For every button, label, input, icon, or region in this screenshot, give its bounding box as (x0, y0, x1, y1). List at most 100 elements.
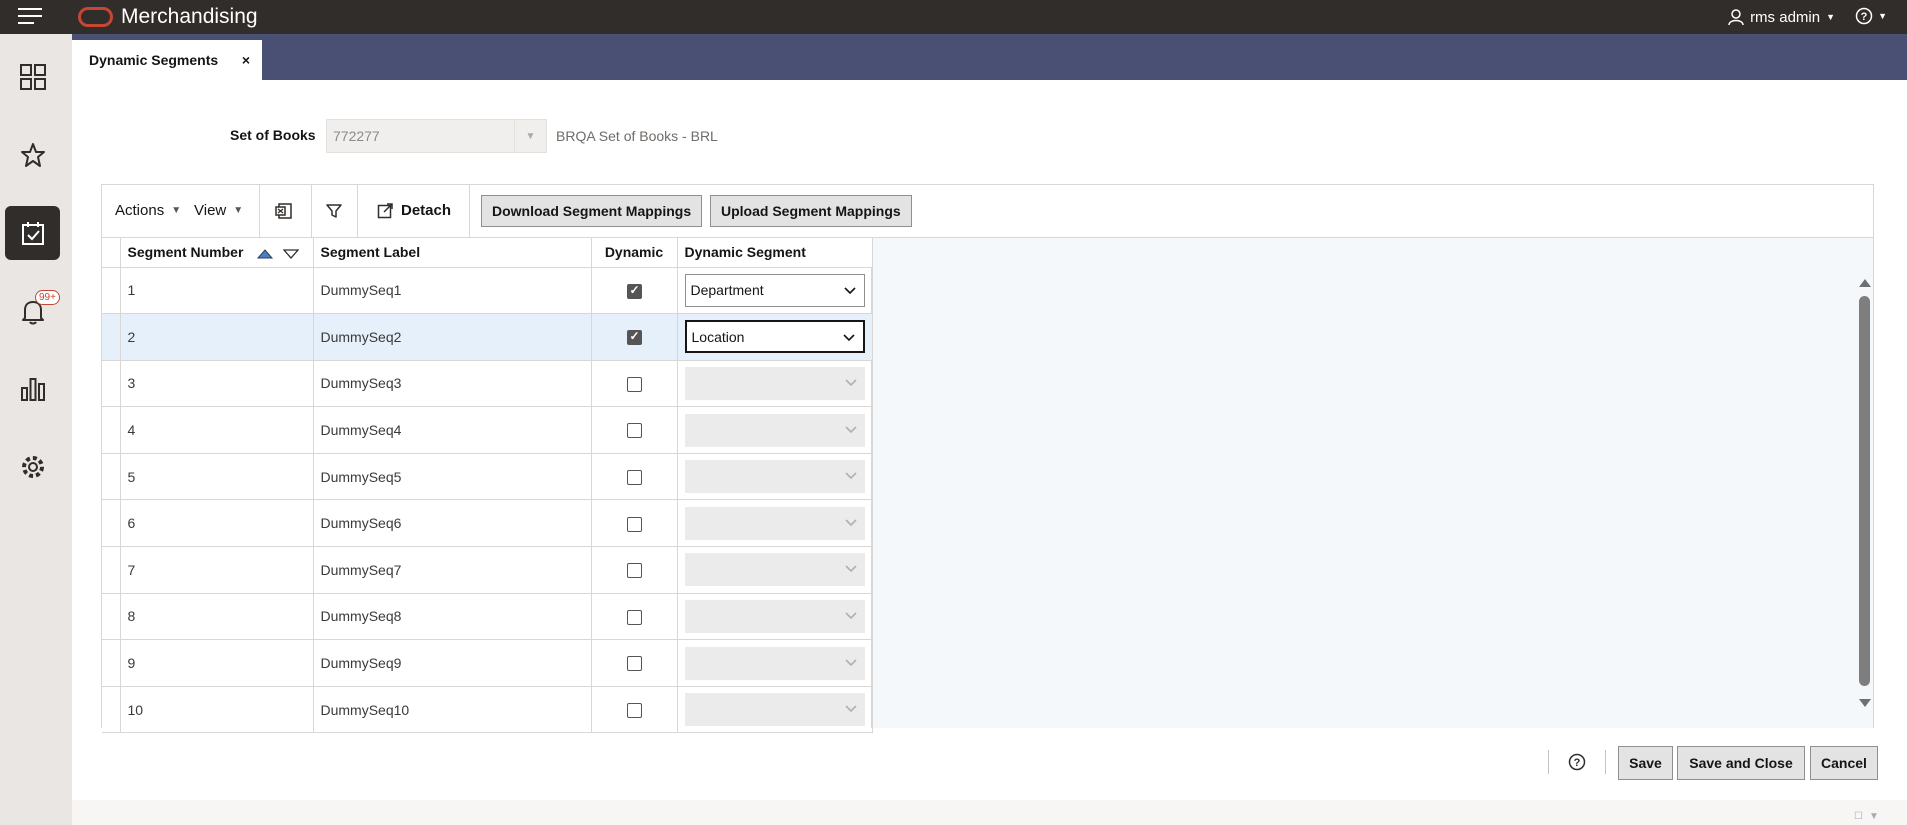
segments-table: Segment Number Segment Label Dynamic Dyn… (102, 238, 873, 734)
column-header-dynamic[interactable]: Dynamic (591, 238, 678, 268)
detach-icon (377, 203, 393, 219)
dynamic-cell (591, 406, 678, 454)
segment-number-cell: 8 (120, 593, 314, 641)
segment-label-cell: DummySeq10 (313, 686, 592, 734)
dynamic-checkbox[interactable] (626, 516, 642, 532)
dynamic-segment-cell (677, 360, 873, 408)
svg-text:?: ? (1574, 757, 1581, 769)
scroll-up-arrow-icon[interactable] (1858, 278, 1872, 288)
dynamic-checkbox[interactable] (626, 563, 642, 579)
help-circle-icon[interactable]: ? (1568, 753, 1586, 771)
vertical-scrollbar-thumb[interactable] (1859, 296, 1870, 686)
row-header-cell[interactable] (102, 686, 121, 734)
table-row[interactable]: 6 DummySeq6 (102, 499, 873, 548)
dynamic-cell (591, 593, 678, 641)
column-header-segment-number[interactable]: Segment Number (120, 238, 314, 268)
column-header-segment-label[interactable]: Segment Label (313, 238, 592, 268)
table-row[interactable]: 3 DummySeq3 (102, 360, 873, 408)
dynamic-checkbox[interactable] (626, 283, 642, 299)
table-row[interactable]: 2DummySeq2 Location (102, 313, 873, 361)
user-icon (1728, 8, 1744, 25)
dynamic-checkbox[interactable] (626, 329, 642, 346)
row-header-cell[interactable] (102, 499, 121, 548)
dynamic-checkbox[interactable] (626, 423, 642, 439)
dynamic-checkbox[interactable] (626, 470, 642, 486)
dynamic-segment-cell (677, 639, 873, 687)
chevron-down-icon (844, 379, 857, 387)
toolbar-separator (311, 185, 312, 237)
tab-dynamic-segments[interactable]: Dynamic Segments × (72, 40, 262, 80)
caret-down-icon: ▼ (1826, 12, 1835, 22)
reports-bar-chart-icon[interactable] (5, 362, 60, 416)
actions-menu[interactable]: Actions ▼ (115, 202, 181, 219)
help-circle-icon: ? (1855, 7, 1873, 25)
row-header-cell[interactable] (102, 593, 121, 641)
close-icon[interactable]: × (242, 52, 250, 68)
dynamic-segment-select (684, 553, 865, 587)
caret-down-icon[interactable]: ▼ (1869, 811, 1879, 822)
table-row[interactable]: 10 DummySeq10 (102, 686, 873, 734)
help-menu[interactable]: ? ▼ (1855, 7, 1887, 25)
sort-ascending-icon[interactable] (257, 248, 274, 259)
column-header-dynamic-segment[interactable]: Dynamic Segment (677, 238, 873, 268)
dynamic-checkbox[interactable] (626, 703, 642, 719)
set-of-books-value: 772277 (333, 128, 380, 144)
dynamic-segment-select[interactable]: Location (684, 320, 865, 354)
main-content: Set of Books 772277 ▼ BRQA Set of Books … (72, 80, 1907, 800)
row-header-cell[interactable] (102, 406, 121, 454)
set-of-books-description: BRQA Set of Books - BRL (556, 128, 718, 144)
scroll-down-arrow-icon[interactable] (1858, 698, 1872, 708)
grid-area: Segment Number Segment Label Dynamic Dyn… (102, 238, 1873, 734)
set-of-books-field: 772277 ▼ (326, 119, 547, 153)
hamburger-menu-icon[interactable] (18, 8, 44, 26)
segment-number-cell: 2 (120, 313, 314, 361)
dynamic-cell (591, 639, 678, 687)
table-row[interactable]: 4 DummySeq4 (102, 406, 873, 454)
row-header-cell[interactable] (102, 453, 121, 501)
row-header-cell[interactable] (102, 546, 121, 594)
caret-down-icon: ▼ (1878, 11, 1887, 21)
caret-down-icon: ▼ (233, 205, 244, 216)
save-button[interactable]: Save (1618, 746, 1673, 780)
table-row[interactable]: 8 DummySeq8 (102, 593, 873, 641)
segment-label-cell: DummySeq8 (313, 593, 592, 641)
corner-controls[interactable]: ☐ ▼ (1854, 811, 1879, 822)
row-header-cell[interactable] (102, 267, 121, 315)
tasks-calendar-check-icon[interactable] (5, 206, 60, 260)
dashboard-grid-icon[interactable] (5, 50, 60, 104)
table-row[interactable]: 1DummySeq1 Department (102, 267, 873, 315)
segment-label-cell: DummySeq6 (313, 499, 592, 548)
dynamic-checkbox[interactable] (626, 376, 642, 392)
app-title: Merchandising (121, 5, 258, 28)
notifications-bell-icon[interactable]: 99+ (5, 284, 60, 338)
filter-icon[interactable] (325, 202, 343, 220)
detach-button[interactable]: Detach (377, 202, 451, 219)
download-segment-mappings-button[interactable]: Download Segment Mappings (481, 195, 703, 227)
user-menu[interactable]: rms admin ▼ (1728, 7, 1835, 27)
row-header-cell[interactable] (102, 313, 121, 361)
table-row[interactable]: 5 DummySeq5 (102, 453, 873, 501)
row-header-cell[interactable] (102, 639, 121, 687)
panel-toggle-icon[interactable]: ☐ (1854, 811, 1863, 822)
segment-label-cell: DummySeq2 (313, 313, 592, 361)
segment-number-cell: 3 (120, 360, 314, 408)
view-menu[interactable]: View ▼ (194, 202, 243, 219)
upload-segment-mappings-button[interactable]: Upload Segment Mappings (710, 195, 912, 227)
column-label: Segment Number (127, 244, 244, 261)
chevron-down-icon (843, 287, 856, 294)
favorites-star-icon[interactable] (5, 128, 60, 182)
dynamic-segment-select[interactable]: Department (684, 273, 865, 307)
table-row[interactable]: 7 DummySeq7 (102, 546, 873, 594)
row-header-cell[interactable] (102, 360, 121, 408)
cancel-button[interactable]: Cancel (1810, 746, 1878, 780)
row-header-gutter (102, 238, 121, 268)
dynamic-checkbox[interactable] (626, 656, 642, 672)
table-row[interactable]: 9 DummySeq9 (102, 639, 873, 687)
sort-descending-icon[interactable] (283, 248, 300, 259)
segment-label-cell: DummySeq3 (313, 360, 592, 408)
dynamic-cell (591, 453, 678, 501)
settings-gear-icon[interactable] (5, 440, 60, 494)
dynamic-checkbox[interactable] (626, 609, 642, 625)
export-excel-icon[interactable] (275, 202, 293, 220)
save-and-close-button[interactable]: Save and Close (1677, 746, 1805, 780)
